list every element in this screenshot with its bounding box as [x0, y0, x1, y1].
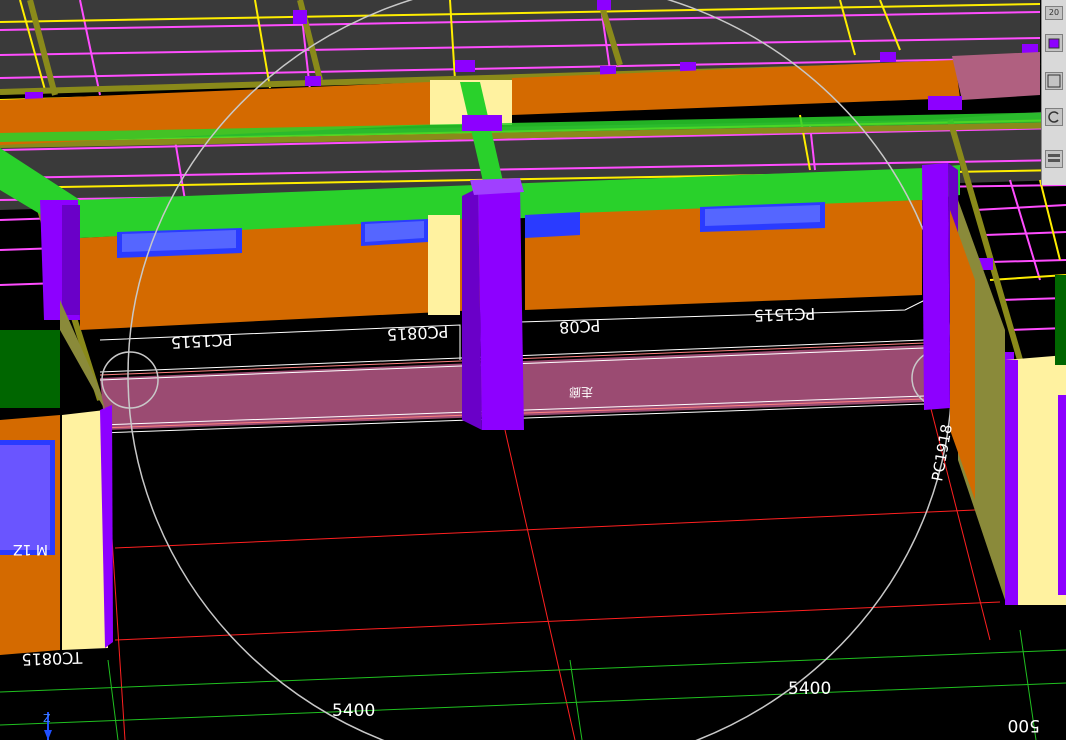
label-m-left: M 1Z	[13, 541, 48, 557]
view-cube-icon[interactable]	[1045, 34, 1063, 52]
view-toolbar: 20	[1041, 0, 1066, 185]
label-tc0815: TC0815	[21, 648, 83, 669]
label-pc1515-left: PC1515	[170, 330, 232, 352]
label-corridor: 走廊	[569, 385, 593, 400]
label-pc0815-left: PC0815	[386, 322, 448, 344]
dimension-5400-right: 5400	[788, 679, 831, 699]
axis-z-label: Z	[43, 712, 51, 725]
label-pc1515-right: PC1515	[753, 304, 815, 325]
label-pc08-mid: PC08	[559, 316, 601, 337]
window	[361, 219, 428, 246]
cad-3d-viewport[interactable]: PC1515 PC0815 PC08 PC1515 PC1918 走廊 M 1Z…	[0, 0, 1066, 740]
window	[117, 228, 242, 258]
layer-icon[interactable]	[1045, 150, 1063, 168]
toolbar-top-label: 20	[1045, 6, 1063, 20]
rotate-icon[interactable]	[1045, 108, 1063, 126]
grid-icon[interactable]	[1045, 72, 1063, 90]
window	[700, 202, 825, 232]
dimension-5400-left: 5400	[332, 701, 375, 721]
window	[525, 212, 580, 238]
dimension-500: 500	[1008, 715, 1040, 735]
model-canvas[interactable]: PC1515 PC0815 PC08 PC1515 PC1918 走廊 M 1Z…	[0, 0, 1066, 740]
